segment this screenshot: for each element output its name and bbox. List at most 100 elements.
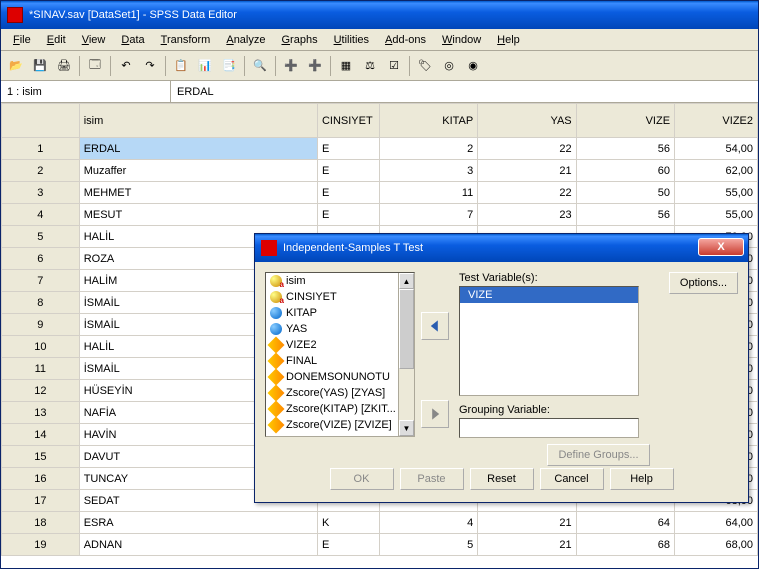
col-header[interactable]: isim (79, 104, 317, 138)
goto-var-icon[interactable]: 📊 (194, 55, 216, 77)
cell-yas[interactable]: 21 (478, 534, 576, 556)
variable-item[interactable]: DONEMSONUNOTU (266, 369, 414, 385)
cell-isim[interactable]: Muzaffer (79, 160, 317, 182)
value-labels-icon[interactable]: 🏷 (414, 55, 436, 77)
row-header[interactable]: 13 (2, 402, 80, 424)
menu-utilities[interactable]: Utilities (326, 32, 377, 48)
cell-isim[interactable]: ADNAN (79, 534, 317, 556)
cell-vize2[interactable]: 54,00 (675, 138, 758, 160)
cell-kitap[interactable]: 2 (379, 138, 477, 160)
scroll-down-icon[interactable]: ▼ (399, 420, 414, 436)
cell-vize[interactable]: 68 (576, 534, 674, 556)
cell-vize[interactable]: 56 (576, 204, 674, 226)
variables-icon[interactable]: 📑 (218, 55, 240, 77)
table-row[interactable]: 2MuzafferE3216062,00 (2, 160, 758, 182)
table-row[interactable]: 18ESRAK4216464,00 (2, 512, 758, 534)
cell-kitap[interactable]: 11 (379, 182, 477, 204)
menu-add-ons[interactable]: Add-ons (377, 32, 434, 48)
undo-icon[interactable]: ↶ (115, 55, 137, 77)
options-button[interactable]: Options... (669, 272, 738, 294)
select-icon[interactable]: ☑ (383, 55, 405, 77)
source-variable-list[interactable]: isimCINSIYETKITAPYASVIZE2FINALDONEMSONUN… (265, 272, 415, 437)
use-sets-icon[interactable]: ◎ (438, 55, 460, 77)
variable-item[interactable]: FINAL (266, 353, 414, 369)
scrollbar[interactable]: ▲ ▼ (398, 273, 414, 436)
col-header[interactable]: VIZE (576, 104, 674, 138)
cell-vize[interactable]: 60 (576, 160, 674, 182)
cell-kitap[interactable]: 3 (379, 160, 477, 182)
cell-vize[interactable]: 50 (576, 182, 674, 204)
show-all-icon[interactable]: ◉ (462, 55, 484, 77)
cell-isim[interactable]: ERDAL (79, 138, 317, 160)
goto-case-icon[interactable]: 📋 (170, 55, 192, 77)
print-icon[interactable]: 🖨 (53, 55, 75, 77)
variable-item[interactable]: VIZE2 (266, 337, 414, 353)
row-header[interactable]: 2 (2, 160, 80, 182)
open-icon[interactable]: 📂 (5, 55, 27, 77)
cell-yas[interactable]: 23 (478, 204, 576, 226)
close-icon[interactable]: X (698, 238, 744, 256)
define-groups-button[interactable]: Define Groups... (547, 444, 649, 466)
row-header[interactable]: 1 (2, 138, 80, 160)
menu-edit[interactable]: Edit (39, 32, 74, 48)
row-header[interactable]: 8 (2, 292, 80, 314)
table-row[interactable]: 19ADNANE5216868,00 (2, 534, 758, 556)
col-header[interactable]: YAS (478, 104, 576, 138)
paste-button[interactable]: Paste (400, 468, 464, 490)
move-to-test-button[interactable] (421, 312, 449, 340)
cell-cinsiyet[interactable]: E (317, 160, 379, 182)
find-icon[interactable]: 🔍 (249, 55, 271, 77)
menu-analyze[interactable]: Analyze (218, 32, 273, 48)
menu-view[interactable]: View (74, 32, 114, 48)
test-variable-item[interactable]: VIZE (460, 287, 638, 303)
cell-cinsiyet[interactable]: E (317, 182, 379, 204)
col-header[interactable]: CINSIYET (317, 104, 379, 138)
row-header[interactable]: 14 (2, 424, 80, 446)
move-to-group-button[interactable] (421, 400, 449, 428)
cell-vize[interactable]: 56 (576, 138, 674, 160)
table-row[interactable]: 1ERDALE2225654,00 (2, 138, 758, 160)
cell-vize[interactable]: 64 (576, 512, 674, 534)
redo-icon[interactable]: ↷ (139, 55, 161, 77)
col-header[interactable]: KITAP (379, 104, 477, 138)
dialog-recall-icon[interactable]: 🗔 (84, 55, 106, 77)
reset-button[interactable]: Reset (470, 468, 534, 490)
row-header[interactable]: 11 (2, 358, 80, 380)
table-row[interactable]: 4MESUTE7235655,00 (2, 204, 758, 226)
cell-vize2[interactable]: 55,00 (675, 204, 758, 226)
variable-item[interactable]: Zscore(YAS) [ZYAS] (266, 385, 414, 401)
weight-icon[interactable]: ⚖ (359, 55, 381, 77)
cell-value[interactable]: ERDAL (171, 81, 758, 102)
row-header[interactable]: 4 (2, 204, 80, 226)
variable-item[interactable]: Zscore(VIZE) [ZVIZE] (266, 417, 414, 433)
insert-var-icon[interactable]: ➕ (304, 55, 326, 77)
cell-yas[interactable]: 21 (478, 512, 576, 534)
test-variable-list[interactable]: VIZE (459, 286, 639, 396)
menu-transform[interactable]: Transform (153, 32, 219, 48)
cell-vize2[interactable]: 68,00 (675, 534, 758, 556)
cell-isim[interactable]: MEHMET (79, 182, 317, 204)
cell-isim[interactable]: ESRA (79, 512, 317, 534)
cell-yas[interactable]: 22 (478, 182, 576, 204)
scroll-thumb[interactable] (399, 289, 414, 369)
split-icon[interactable]: ▦ (335, 55, 357, 77)
cell-isim[interactable]: MESUT (79, 204, 317, 226)
cell-cinsiyet[interactable]: K (317, 512, 379, 534)
table-row[interactable]: 3MEHMETE11225055,00 (2, 182, 758, 204)
cell-kitap[interactable]: 5 (379, 534, 477, 556)
row-header[interactable]: 16 (2, 468, 80, 490)
row-header[interactable]: 12 (2, 380, 80, 402)
cell-vize2[interactable]: 62,00 (675, 160, 758, 182)
variable-item[interactable]: isim (266, 273, 414, 289)
row-header[interactable]: 6 (2, 248, 80, 270)
scroll-up-icon[interactable]: ▲ (399, 273, 414, 289)
grouping-variable-field[interactable] (459, 418, 639, 438)
cell-cinsiyet[interactable]: E (317, 138, 379, 160)
insert-case-icon[interactable]: ➕ (280, 55, 302, 77)
cell-vize2[interactable]: 55,00 (675, 182, 758, 204)
menu-graphs[interactable]: Graphs (273, 32, 325, 48)
cell-cinsiyet[interactable]: E (317, 534, 379, 556)
menu-file[interactable]: File (5, 32, 39, 48)
cell-cinsiyet[interactable]: E (317, 204, 379, 226)
ok-button[interactable]: OK (330, 468, 394, 490)
